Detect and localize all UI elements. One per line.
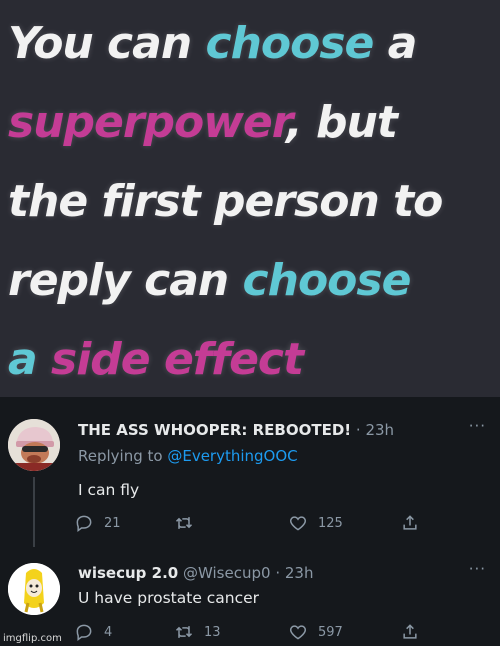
tweet[interactable]: wisecup 2.0 @Wisecup0 · 23h ··· U have p… (0, 547, 500, 646)
cartoon-character-avatar-icon (8, 419, 60, 471)
more-options-icon[interactable]: ··· (469, 560, 486, 578)
tweet-header: wisecup 2.0 @Wisecup0 · 23h (78, 564, 313, 582)
meme-word: You can (8, 18, 206, 69)
tweet-actions: 4 13 597 (74, 620, 434, 644)
mention-link[interactable]: @EverythingOOC (167, 447, 297, 465)
reply-icon (76, 624, 92, 641)
meme-word: , but (286, 97, 398, 148)
user-handle[interactable]: @Wisecup0 (183, 564, 271, 582)
meme-word: side effect (36, 334, 304, 385)
watermark: imgflip.com (3, 633, 62, 644)
like-button[interactable]: 125 (288, 511, 343, 535)
share-icon (403, 624, 417, 639)
meme-line: the first person to (8, 162, 490, 241)
share-button[interactable] (400, 620, 430, 644)
tweet-actions: 21 125 (74, 511, 434, 535)
reply-icon (76, 515, 92, 532)
avatar[interactable] (8, 419, 60, 471)
meme-line: reply can choose (8, 241, 490, 320)
retweet-icon (175, 626, 193, 638)
meme-word: a (373, 18, 418, 69)
meme-word: choose (205, 18, 374, 69)
tweet-text: I can fly (78, 481, 140, 499)
reply-button[interactable]: 21 (74, 511, 121, 535)
retweet-count: 13 (204, 624, 221, 640)
reply-button[interactable]: 4 (74, 620, 112, 644)
retweet-button[interactable]: 13 (174, 620, 221, 644)
banana-cat-avatar-icon (8, 563, 60, 615)
more-options-icon[interactable]: ··· (469, 417, 486, 435)
replying-to: Replying to @EverythingOOC (78, 447, 298, 465)
meme-line: You can choose a (8, 4, 490, 83)
replying-to-label: Replying to (78, 447, 168, 465)
heart-icon (289, 516, 307, 531)
separator-dot: · (275, 564, 285, 582)
timestamp[interactable]: 23h (285, 564, 314, 582)
thread-line (33, 477, 35, 547)
meme-line: superpower, but (8, 83, 490, 162)
meme-banner: You can choose a superpower, but the first… (0, 0, 500, 397)
meme-word: reply can (8, 255, 243, 306)
reply-count: 21 (104, 515, 121, 531)
like-button[interactable]: 597 (288, 620, 343, 644)
like-count: 125 (318, 515, 343, 531)
retweet-icon (175, 517, 193, 529)
meme-word: a (8, 334, 38, 385)
meme-word: superpower (8, 97, 287, 148)
tweet-text: U have prostate cancer (78, 589, 260, 607)
retweet-button[interactable] (174, 511, 204, 535)
meme-word: choose (242, 255, 412, 306)
meme-word: the first person to (8, 176, 443, 227)
avatar[interactable] (8, 563, 60, 615)
share-icon (403, 515, 417, 530)
timestamp[interactable]: 23h (365, 421, 394, 439)
tweet-header: THE ASS WHOOPER: REBOOTED! · 23h (78, 421, 394, 439)
meme-line: a side effect (8, 320, 490, 399)
share-button[interactable] (400, 511, 430, 535)
like-count: 597 (318, 624, 343, 640)
tweet[interactable]: THE ASS WHOOPER: REBOOTED! · 23h ··· Rep… (0, 397, 500, 547)
display-name[interactable]: wisecup 2.0 (78, 564, 178, 582)
display-name[interactable]: THE ASS WHOOPER: REBOOTED! (78, 421, 351, 439)
meme-text: You can choose a superpower, but the first… (8, 4, 490, 399)
heart-icon (289, 625, 307, 640)
reply-count: 4 (104, 624, 113, 640)
tweet-feed: THE ASS WHOOPER: REBOOTED! · 23h ··· Rep… (0, 397, 500, 646)
